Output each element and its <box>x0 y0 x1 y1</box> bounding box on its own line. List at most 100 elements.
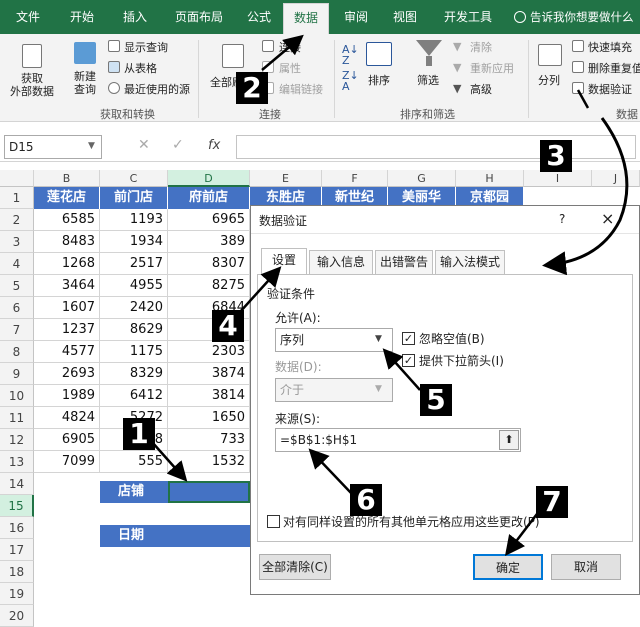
from-table-button[interactable]: 从表格 <box>124 60 157 76</box>
tell-me-box[interactable]: 告诉我你想要做什么 <box>530 0 640 34</box>
ignore-blank-checkbox[interactable]: ✓ <box>402 332 415 345</box>
data-cell[interactable]: 2303 <box>168 341 250 363</box>
row-header[interactable]: 10 <box>0 385 34 407</box>
apply-all-checkbox[interactable] <box>267 515 280 528</box>
header-cell[interactable]: 府前店 <box>168 187 250 209</box>
row-header[interactable]: 14 <box>0 473 34 495</box>
collapse-dialog-icon[interactable]: ⬆ <box>499 430 519 450</box>
dropdown-checkbox[interactable]: ✓ <box>402 354 415 367</box>
data-cell[interactable]: 1650 <box>168 407 250 429</box>
row-header[interactable]: 20 <box>0 605 34 627</box>
data-cell[interactable]: 4955 <box>100 275 168 297</box>
data-cell[interactable]: 1237 <box>34 319 100 341</box>
new-query-icon[interactable] <box>74 42 96 64</box>
row-header[interactable]: 7 <box>0 319 34 341</box>
sort-za-icon[interactable]: Z↓ A <box>342 70 359 92</box>
data-cell[interactable]: 2693 <box>34 363 100 385</box>
advanced-button[interactable]: 高级 <box>470 81 492 97</box>
col-header[interactable]: B <box>34 170 100 187</box>
data-cell[interactable]: 389 <box>168 231 250 253</box>
filter-icon[interactable] <box>416 40 442 56</box>
row-header[interactable]: 9 <box>0 363 34 385</box>
data-cell[interactable]: 1989 <box>34 385 100 407</box>
row-header[interactable]: 13 <box>0 451 34 473</box>
data-cell[interactable]: 4824 <box>34 407 100 429</box>
tab-error-alert[interactable]: 出错警告 <box>375 250 433 274</box>
external-data-icon[interactable] <box>22 44 42 68</box>
tab-page-layout[interactable]: 页面布局 <box>164 0 234 34</box>
tab-home[interactable]: 开始 <box>58 0 106 34</box>
tab-insert[interactable]: 插入 <box>112 0 158 34</box>
data-cell[interactable]: 555 <box>100 451 168 473</box>
formula-input[interactable] <box>236 135 636 159</box>
row-header[interactable]: 2 <box>0 209 34 231</box>
data-cell[interactable]: 6585 <box>34 209 100 231</box>
data-cell[interactable]: 2517 <box>100 253 168 275</box>
data-cell[interactable]: 2420 <box>100 297 168 319</box>
data-cell[interactable]: 1193 <box>100 209 168 231</box>
refresh-all-icon[interactable] <box>222 44 244 68</box>
cancel-button[interactable]: 取消 <box>551 554 621 580</box>
data-cell[interactable]: 1268 <box>34 253 100 275</box>
connections-button[interactable]: 连接 <box>279 39 301 55</box>
help-button[interactable]: ? <box>559 212 565 226</box>
data-cell[interactable]: 8629 <box>100 319 168 341</box>
tab-view[interactable]: 视图 <box>385 0 425 34</box>
clear-all-button[interactable]: 全部清除(C) <box>259 554 331 580</box>
col-header[interactable]: E <box>250 170 322 187</box>
close-button[interactable]: × <box>601 209 614 228</box>
source-input[interactable]: =$B$1:$H$1 <box>275 428 521 452</box>
row-header[interactable]: 16 <box>0 517 34 539</box>
row-header[interactable]: 19 <box>0 583 34 605</box>
data-cell[interactable]: 7099 <box>34 451 100 473</box>
col-header[interactable]: I <box>524 170 592 187</box>
tab-review[interactable]: 审阅 <box>336 0 376 34</box>
row-header[interactable]: 3 <box>0 231 34 253</box>
sort-az-icon[interactable]: A↓ Z <box>342 44 359 66</box>
row-header[interactable]: 12 <box>0 429 34 451</box>
remove-duplicates-button[interactable]: 删除重复值 <box>588 60 640 76</box>
data-cell[interactable]: 733 <box>168 429 250 451</box>
data-cell[interactable]: 4577 <box>34 341 100 363</box>
data-cell[interactable]: 1532 <box>168 451 250 473</box>
chevron-down-icon[interactable]: ▼ <box>375 334 382 344</box>
data-cell[interactable]: 8307 <box>168 253 250 275</box>
data-cell[interactable]: 6965 <box>168 209 250 231</box>
tab-data[interactable]: 数据 <box>283 3 329 34</box>
sort-icon[interactable] <box>366 42 392 66</box>
data-cell[interactable]: 3464 <box>34 275 100 297</box>
insert-function-icon[interactable]: fx <box>208 138 220 153</box>
tab-ime-mode[interactable]: 输入法模式 <box>435 250 505 274</box>
flash-fill-button[interactable]: 快速填充 <box>588 39 640 55</box>
tab-input-message[interactable]: 输入信息 <box>309 250 373 274</box>
data-cell[interactable]: 8483 <box>34 231 100 253</box>
sort-button[interactable]: 排序 <box>368 72 390 88</box>
col-header[interactable]: F <box>322 170 388 187</box>
cancel-icon[interactable]: ✕ <box>138 137 150 153</box>
new-query-button[interactable]: 新建 查询 <box>66 70 104 96</box>
recent-sources-button[interactable]: 最近使用的源 <box>124 81 190 97</box>
col-header[interactable]: H <box>456 170 524 187</box>
text-to-columns-icon[interactable] <box>538 44 562 66</box>
data-cell[interactable]: 8275 <box>168 275 250 297</box>
col-header[interactable]: G <box>388 170 456 187</box>
row-header[interactable]: 8 <box>0 341 34 363</box>
tab-developer[interactable]: 开发工具 <box>435 0 501 34</box>
col-header[interactable]: D <box>168 170 250 187</box>
data-cell[interactable]: 3874 <box>168 363 250 385</box>
select-all-corner[interactable] <box>0 170 34 187</box>
row-header[interactable]: 6 <box>0 297 34 319</box>
tab-file[interactable]: 文件 <box>6 0 50 34</box>
data-cell[interactable]: 6412 <box>100 385 168 407</box>
row-header[interactable]: 15 <box>0 495 34 517</box>
col-header[interactable]: J <box>592 170 640 187</box>
enter-icon[interactable]: ✓ <box>172 137 184 153</box>
get-external-data-button[interactable]: 获取 外部数据 <box>4 72 60 98</box>
data-validation-button[interactable]: 数据验证 <box>588 81 640 97</box>
edit-links-button[interactable]: 编辑链接 <box>279 81 323 97</box>
chevron-down-icon[interactable]: ▼ <box>88 141 95 151</box>
row-header[interactable]: 17 <box>0 539 34 561</box>
properties-button[interactable]: 属性 <box>279 60 301 76</box>
header-cell[interactable]: 莲花店 <box>34 187 100 209</box>
header-cell[interactable]: 前门店 <box>100 187 168 209</box>
